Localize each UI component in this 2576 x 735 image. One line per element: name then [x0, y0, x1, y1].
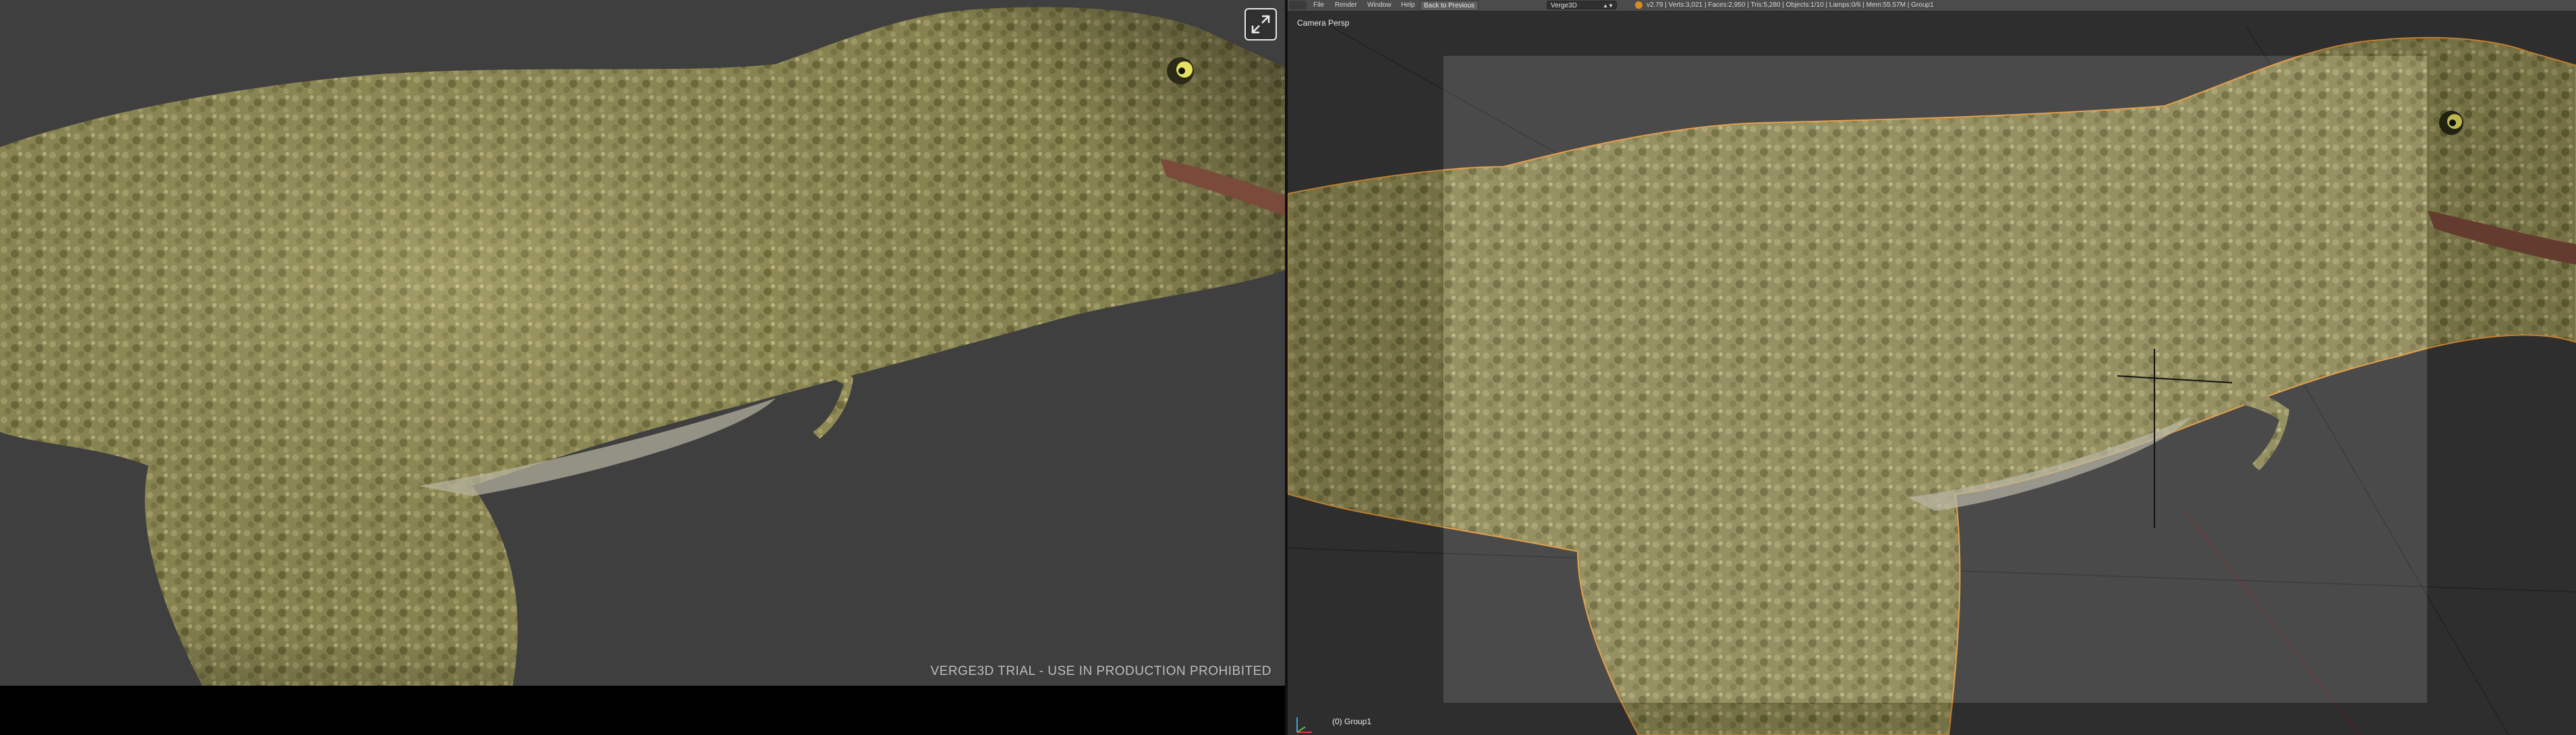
- trial-watermark: VERGE3D TRIAL - USE IN PRODUCTION PROHIB…: [930, 664, 1271, 678]
- scene-stats: v2.79 | Verts:3,021 | Faces:2,950 | Tris…: [1647, 1, 1934, 9]
- back-to-previous-button[interactable]: Back to Previous: [1420, 1, 1479, 11]
- fullscreen-button[interactable]: [1244, 8, 1277, 40]
- blender-window[interactable]: File Render Window Help Back to Previous…: [1288, 0, 2576, 735]
- viewer-bottom-bar: [0, 686, 1285, 735]
- chevron-updown-icon: ▲▼: [1603, 3, 1613, 9]
- render-engine-value: Verge3D: [1551, 2, 1577, 9]
- view-label: Camera Persp: [1297, 18, 1350, 28]
- split-screen: VERGE3D TRIAL - USE IN PRODUCTION PROHIB…: [0, 0, 2576, 735]
- 3d-viewport[interactable]: Camera Persp (0) Group1: [1288, 11, 2576, 735]
- fullscreen-icon: [1251, 15, 1270, 34]
- menu-file[interactable]: File: [1313, 1, 1324, 9]
- active-object-label: (0) Group1: [1332, 717, 1372, 726]
- render-engine-select[interactable]: Verge3D ▲▼: [1547, 1, 1617, 9]
- blender-logo-icon[interactable]: [1289, 1, 1307, 9]
- axis-gizmo-icon: [1296, 717, 1312, 733]
- info-header: File Render Window Help Back to Previous…: [1288, 0, 2576, 11]
- menu-render[interactable]: Render: [1335, 1, 1357, 9]
- verge3d-viewer[interactable]: VERGE3D TRIAL - USE IN PRODUCTION PROHIB…: [0, 0, 1285, 735]
- menu-window[interactable]: Window: [1367, 1, 1392, 9]
- dinosaur-model[interactable]: [1288, 11, 2576, 735]
- menu-help[interactable]: Help: [1401, 1, 1415, 9]
- dinosaur-render[interactable]: [0, 0, 1285, 686]
- verge3d-engine-icon: [1635, 1, 1642, 9]
